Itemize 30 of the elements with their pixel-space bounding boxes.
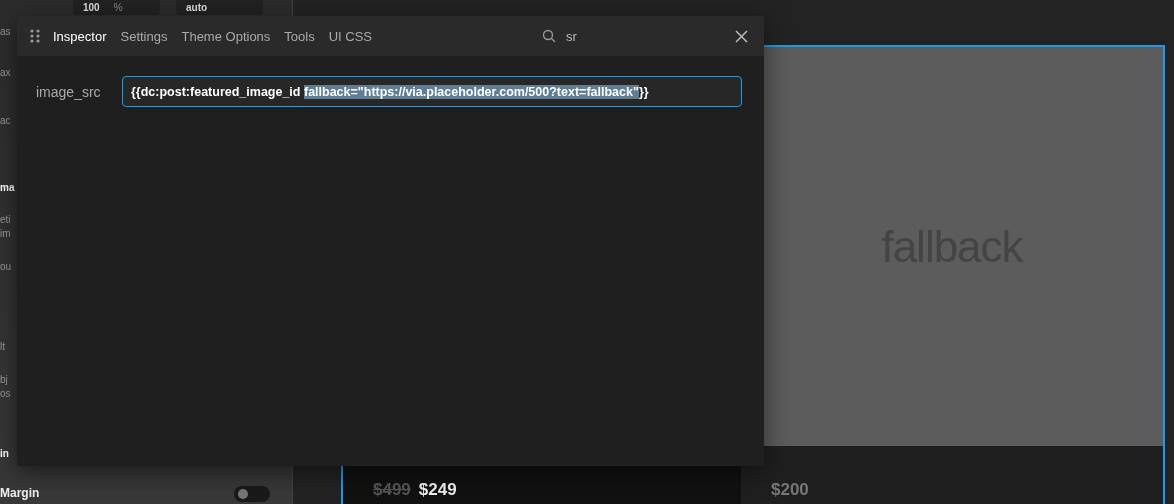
tab[interactable]: Theme Options xyxy=(181,28,271,44)
price: $249 xyxy=(418,480,457,500)
section-heading: in xyxy=(0,447,9,461)
section-heading: ma xyxy=(0,181,15,195)
old-price: $499 xyxy=(373,480,411,500)
field-label: os xyxy=(0,387,11,401)
field-label: Margin xyxy=(0,486,40,500)
tab[interactable]: Settings xyxy=(120,28,168,44)
drag-handle-icon[interactable] xyxy=(29,29,41,43)
number-field[interactable]: 100 % xyxy=(73,0,160,15)
toggle-switch[interactable] xyxy=(234,486,270,502)
tab[interactable]: Tools xyxy=(284,28,315,44)
text-selection: fallback="https://via.placeholder.com/500?text=fallback" xyxy=(303,84,639,99)
number-field[interactable]: auto xyxy=(176,0,263,15)
field-label: lt xyxy=(0,340,5,354)
field-label: ax xyxy=(0,66,11,80)
tab[interactable]: Inspector xyxy=(53,28,107,44)
search-icon xyxy=(542,29,557,43)
field-label: as xyxy=(0,25,11,39)
field-label: ac xyxy=(0,114,11,128)
tab[interactable]: UI CSS xyxy=(328,28,373,44)
close-button[interactable] xyxy=(735,29,748,43)
input-field[interactable]: {{dc:post:featured_image_id fallback="https://via.placeholder.com/500?text=fallback"}} xyxy=(122,76,742,107)
field-label: eti xyxy=(0,213,11,227)
price: $200 xyxy=(771,480,809,500)
field-label: im xyxy=(0,227,11,241)
field-label: image_src xyxy=(36,83,102,100)
search-field[interactable]: sr xyxy=(566,28,577,44)
field-label: bj xyxy=(0,373,8,387)
field-label: ou xyxy=(0,260,12,274)
